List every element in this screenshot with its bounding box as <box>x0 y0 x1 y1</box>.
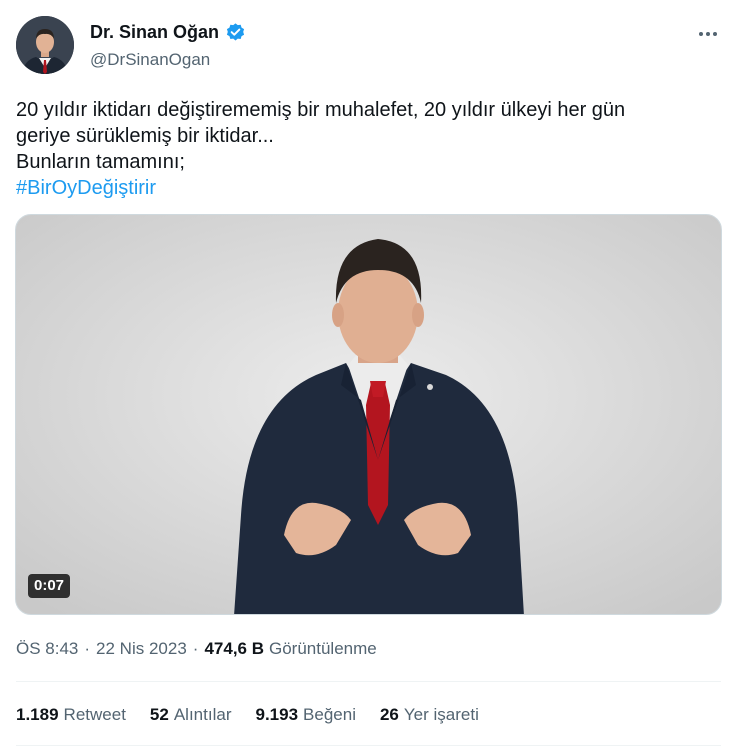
views-count: 474,6 B <box>204 639 264 658</box>
author-name-row: Dr. Sinan Oğan <box>90 22 246 43</box>
more-options-icon[interactable] <box>695 24 721 44</box>
views-label: Görüntülenme <box>269 639 377 658</box>
retweets-stat[interactable]: 1.189 Retweet <box>16 705 126 725</box>
bookmarks-label: Yer işareti <box>403 705 479 724</box>
divider <box>16 745 721 746</box>
video-duration: 0:07 <box>28 574 71 598</box>
bookmarks-stat[interactable]: 26 Yer işareti <box>380 705 479 725</box>
tweet-meta: ÖS 8:43 · 22 Nis 2023 · 474,6 B Görüntül… <box>16 639 377 659</box>
bookmarks-count: 26 <box>379 705 399 724</box>
meta-separator: · <box>84 639 91 658</box>
tweet-header: Dr. Sinan Oğan @DrSinanOgan <box>16 16 723 78</box>
tweet-text: 20 yıldır iktidarı değiştirememiş bir mu… <box>16 97 716 201</box>
engagement-stats: 1.189 Retweet 52 Alıntılar 9.193 Beğeni … <box>16 705 479 725</box>
quotes-count: 52 <box>149 705 169 724</box>
author-display-name[interactable]: Dr. Sinan Oğan <box>90 22 219 43</box>
divider <box>16 681 721 682</box>
tweet-line: Bunların tamamını; <box>16 151 185 173</box>
meta-separator: · <box>192 639 199 658</box>
tweet-date[interactable]: 22 Nis 2023 <box>96 639 187 659</box>
video-player[interactable] <box>15 214 722 615</box>
quotes-stat[interactable]: 52 Alıntılar <box>150 705 232 725</box>
quotes-label: Alıntılar <box>173 705 232 724</box>
retweets-count: 1.189 <box>16 705 59 724</box>
tweet-line: 20 yıldır iktidarı değiştirememiş bir mu… <box>16 99 626 121</box>
hashtag-link[interactable]: #BirOyDeğiştirir <box>16 177 156 199</box>
avatar[interactable] <box>16 16 74 74</box>
likes-count: 9.193 <box>255 705 299 724</box>
verified-badge-icon <box>225 22 246 43</box>
author-handle[interactable]: @DrSinanOgan <box>90 50 210 70</box>
likes-stat[interactable]: 9.193 Beğeni <box>255 705 355 725</box>
tweet-line: geriye sürüklemiş bir iktidar... <box>16 125 274 147</box>
likes-label: Beğeni <box>303 705 356 724</box>
retweets-label: Retweet <box>63 705 126 724</box>
tweet-time[interactable]: ÖS 8:43 <box>16 639 78 659</box>
video-thumbnail <box>16 215 721 614</box>
